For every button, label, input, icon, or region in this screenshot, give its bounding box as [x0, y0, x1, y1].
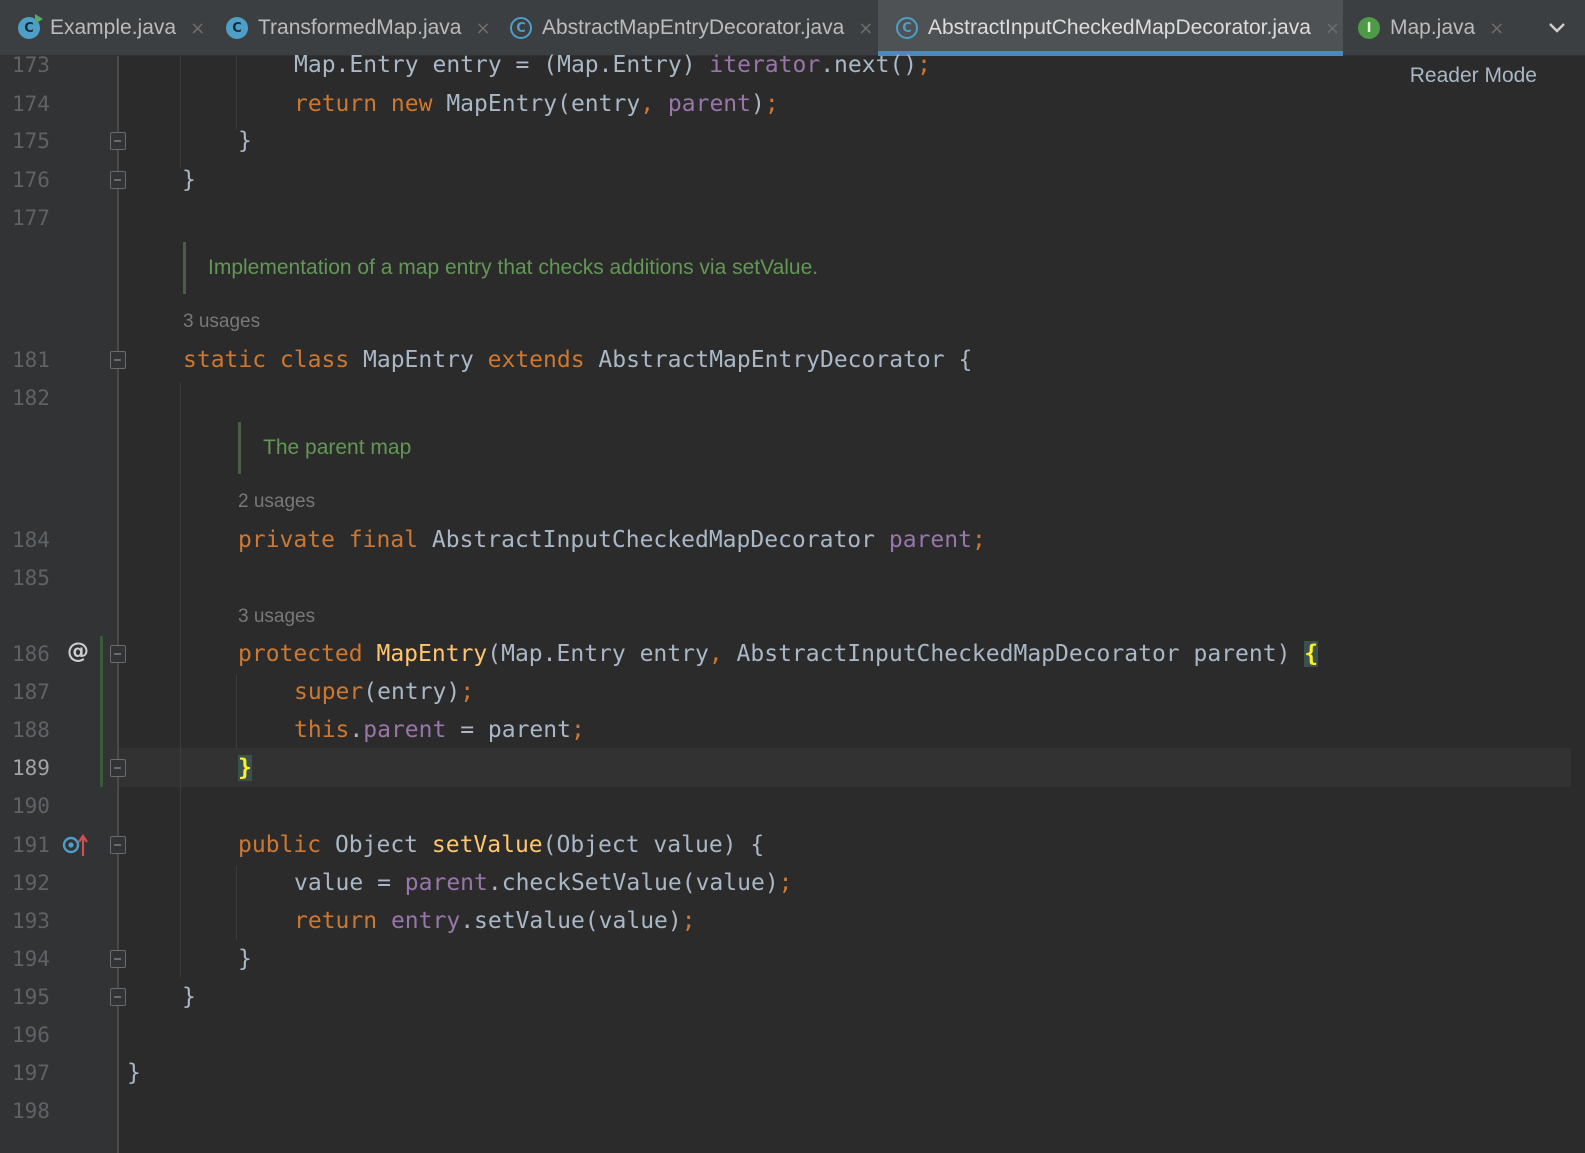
indent-guide: [236, 56, 237, 130]
chevron-down-icon[interactable]: [1543, 14, 1571, 42]
close-icon[interactable]: ×: [475, 18, 490, 39]
vcs-change-marker[interactable]: [100, 636, 103, 787]
abstract-class-icon: C: [896, 17, 918, 39]
fold-marker-icon[interactable]: [110, 950, 126, 968]
indent-guide: [236, 675, 237, 749]
code-line-189[interactable]: }: [238, 749, 252, 787]
line-number: 184: [12, 528, 50, 552]
indent-guide: [180, 382, 181, 977]
indent-guide: [236, 866, 237, 940]
code-line-188[interactable]: this.parent = parent;: [294, 711, 585, 749]
line-number: 176: [12, 168, 50, 192]
fold-marker-icon[interactable]: [110, 132, 126, 150]
line-number: 193: [12, 909, 50, 933]
line-number: 181: [12, 348, 50, 372]
code-line-194[interactable]: }: [238, 940, 252, 978]
fold-marker-icon[interactable]: [110, 988, 126, 1006]
line-number: 182: [12, 386, 50, 410]
line-number: 185: [12, 566, 50, 590]
vertical-scrollbar[interactable]: [1571, 56, 1585, 1153]
tab-map-java[interactable]: I Map.java ×: [1340, 0, 1510, 56]
code-line-195[interactable]: }: [182, 978, 196, 1016]
fold-marker-icon[interactable]: [110, 171, 126, 189]
line-number: 177: [12, 206, 50, 230]
class-runnable-icon: C: [18, 14, 43, 39]
code-line-193[interactable]: return entry.setValue(value);: [294, 902, 696, 940]
code-line-181[interactable]: static class MapEntry extends AbstractMa…: [183, 341, 972, 379]
annotation-icon[interactable]: @: [67, 639, 89, 664]
fold-marker-icon[interactable]: [110, 645, 126, 663]
line-number: 174: [12, 92, 50, 116]
tab-label: Example.java: [50, 16, 177, 39]
abstract-class-icon: C: [510, 17, 532, 39]
line-number: 195: [12, 985, 50, 1009]
close-icon[interactable]: ×: [1325, 18, 1340, 39]
reader-mode-button[interactable]: Reader Mode: [1410, 64, 1537, 88]
line-number: 192: [12, 871, 50, 895]
doc-comment: The parent map: [238, 422, 411, 474]
tab-label: Map.java: [1390, 16, 1476, 39]
line-number: 198: [12, 1099, 50, 1123]
line-number: 186: [12, 642, 50, 666]
line-number: 175: [12, 129, 50, 153]
line-number: 173: [12, 53, 50, 77]
line-number: 190: [12, 794, 50, 818]
line-number: 191: [12, 833, 50, 857]
tab-abstractinputcheckedmapdecorator-java[interactable]: C AbstractInputCheckedMapDecorator.java …: [878, 0, 1343, 56]
code-line-191[interactable]: public Object setValue(Object value) {: [238, 826, 764, 864]
fold-marker-icon[interactable]: [110, 759, 126, 777]
close-icon[interactable]: ×: [1489, 18, 1504, 39]
code-line-176[interactable]: }: [182, 161, 196, 199]
tab-label: TransformedMap.java: [258, 16, 462, 39]
code-line-174[interactable]: return new MapEntry(entry, parent);: [294, 85, 779, 123]
indent-guide: [180, 56, 181, 168]
code-line-184[interactable]: private final AbstractInputCheckedMapDec…: [238, 521, 986, 559]
fold-marker-icon[interactable]: [110, 836, 126, 854]
line-number: 187: [12, 680, 50, 704]
code-line-197[interactable]: }: [127, 1054, 141, 1092]
usages-hint[interactable]: 2 usages: [238, 491, 315, 513]
tab-label: AbstractInputCheckedMapDecorator.java: [928, 16, 1311, 39]
line-number-current: 189: [12, 756, 50, 780]
line-number: 194: [12, 947, 50, 971]
code-line-192[interactable]: value = parent.checkSetValue(value);: [294, 864, 793, 902]
fold-marker-icon[interactable]: [110, 351, 126, 369]
line-number: 196: [12, 1023, 50, 1047]
close-icon[interactable]: ×: [858, 18, 873, 39]
code-line-187[interactable]: super(entry);: [294, 673, 474, 711]
tab-label: AbstractMapEntryDecorator.java: [542, 16, 845, 39]
close-icon[interactable]: ×: [190, 18, 205, 39]
class-icon: C: [226, 17, 248, 39]
usages-hint[interactable]: 3 usages: [238, 606, 315, 628]
doc-comment: Implementation of a map entry that check…: [183, 242, 818, 294]
current-line-highlight: [119, 748, 1585, 787]
code-line-186[interactable]: protected MapEntry(Map.Entry entry, Abst…: [238, 635, 1319, 673]
line-number: 197: [12, 1061, 50, 1085]
code-line-175[interactable]: }: [238, 122, 252, 160]
overrides-method-icon[interactable]: [62, 832, 90, 858]
usages-hint[interactable]: 3 usages: [183, 311, 260, 333]
code-line-173[interactable]: Map.Entry entry = (Map.Entry) iterator.n…: [294, 46, 931, 84]
line-number: 188: [12, 718, 50, 742]
interface-icon: I: [1358, 17, 1380, 39]
